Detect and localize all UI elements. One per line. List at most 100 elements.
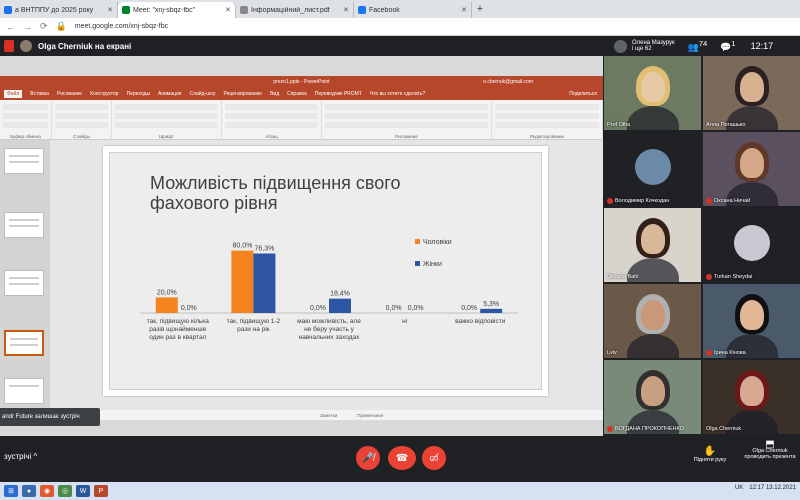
ppt-menu-item[interactable]: Конструктор — [90, 91, 119, 97]
browser-tab[interactable]: Facebook ✕ — [354, 2, 472, 18]
data-label: 0,0% — [310, 305, 326, 312]
ribbon-group-label: Шрифт — [159, 134, 174, 139]
mic-off-icon: 🎤̸ — [361, 452, 375, 464]
chrome-icon[interactable]: ◎ — [58, 485, 72, 497]
chat-icon[interactable]: 💬1 — [720, 39, 735, 53]
ribbon-group: Слайды — [52, 100, 112, 140]
participant-tile[interactable]: Oksana Bahl — [604, 208, 701, 282]
presenting-button[interactable]: ⬒ Olga Cherniuk проводить презента — [740, 440, 800, 461]
taskbar-app-icon[interactable]: ● — [22, 485, 36, 497]
ribbon-controls[interactable] — [495, 104, 599, 131]
participant-tile[interactable]: Ірина Кінова — [703, 284, 800, 358]
slide-thumb[interactable] — [4, 378, 44, 404]
word-icon[interactable]: W — [76, 485, 90, 497]
ribbon-group-label: Буфер обмена — [10, 134, 41, 139]
browser-tab[interactable]: Meet: "xnj-sbqz-fbc" ✕ — [118, 2, 236, 18]
close-tab-icon[interactable]: ✕ — [461, 6, 467, 14]
participant-tile[interactable]: БОГДАНА ПРОКОПЧЕНКО — [604, 360, 701, 434]
powerpoint-workspace: Можливість підвищення свого фахового рів… — [0, 140, 603, 410]
participant-name: Olga Cherniuk — [706, 426, 742, 432]
ppt-menu-item[interactable]: Вид — [270, 91, 279, 97]
participant-tile[interactable]: Olga Cherniuk — [703, 360, 800, 434]
share-button[interactable]: Поделиться — [569, 91, 597, 97]
ppt-menu-item[interactable]: Файл — [4, 90, 23, 98]
participant-face — [640, 376, 665, 406]
reload-icon[interactable]: ⟳ — [40, 21, 48, 32]
browser-tabbar: а ВНТППУ до 2025 року ✕ Meet: "xnj-sbqz-fb… — [0, 0, 800, 18]
close-tab-icon[interactable]: ✕ — [225, 6, 231, 14]
ribbon-controls[interactable] — [115, 104, 218, 131]
slide-thumb[interactable] — [4, 212, 44, 238]
chat-count: 1 — [731, 39, 736, 48]
ppt-menu-item[interactable]: Вставка — [30, 91, 49, 97]
slide-thumb-selected[interactable] — [4, 330, 44, 356]
people-icon[interactable]: 👥74 — [688, 39, 708, 53]
participant-grid: Prof Olha Алла Погашько Володимир Кочкодан… — [604, 56, 800, 436]
slide-thumb[interactable] — [4, 148, 44, 174]
ribbon-group: Редактирование — [492, 100, 603, 140]
data-label: 0,0% — [386, 305, 402, 312]
participant-tile[interactable]: Turkan Sheydai — [703, 208, 800, 282]
close-tab-icon[interactable]: ✕ — [107, 6, 113, 14]
powerpoint-menu: Файл Вставка Рисование Конструктор Переходы А… — [0, 88, 603, 100]
leave-toast: andr Future залишає зустріч — [0, 408, 100, 426]
ribbon-controls[interactable] — [3, 104, 48, 131]
ppt-menu-item[interactable]: Переходы — [127, 91, 150, 97]
bar-women — [253, 253, 276, 313]
camera-off-button[interactable]: ▭̸ — [422, 446, 446, 470]
ppt-menu-item[interactable]: Рецензирование — [223, 91, 262, 97]
url-field[interactable]: meet.google.com/xnj-sbqz-fbc — [75, 23, 168, 30]
participant-face — [739, 72, 764, 102]
meeting-details[interactable]: зустрічі ^ — [4, 452, 37, 461]
ppt-menu-item[interactable]: Рисование — [57, 91, 82, 97]
powerpoint-ribbon: Буфер обмена Слайды Шрифт Абзац Рисование Ред… — [0, 100, 603, 140]
participant-tile[interactable]: Prof Olha — [604, 56, 701, 130]
data-label: 0,0% — [461, 305, 477, 312]
browser-tab[interactable]: а ВНТППУ до 2025 року ✕ — [0, 2, 118, 18]
back-icon[interactable]: ← — [6, 22, 15, 32]
ribbon-controls[interactable] — [325, 104, 488, 131]
ppt-menu-item[interactable]: Слайд-шоу — [190, 91, 216, 97]
ppt-menu-item[interactable]: Переводчик PROMT — [315, 91, 362, 97]
address-bar: ← → ⟳ 🔒 meet.google.com/xnj-sbqz-fbc — [0, 18, 800, 36]
ppt-menu-item[interactable]: Справка — [287, 91, 307, 97]
participant-face — [739, 376, 764, 406]
ribbon-group: Абзац — [222, 100, 322, 140]
doc-title: prezo1.pptx - PowerPoint — [273, 79, 330, 85]
data-label: 5,3% — [483, 301, 499, 308]
taskbar-app-icon[interactable]: ◉ — [40, 485, 54, 497]
new-tab-button[interactable]: + — [472, 2, 488, 18]
mic-off-button[interactable]: 🎤̸ — [356, 446, 380, 470]
presentation-icon — [4, 40, 14, 52]
user-sub: і ще 62 — [632, 46, 652, 52]
participant-tile[interactable]: Алла Погашько — [703, 56, 800, 130]
user-avatar — [614, 39, 627, 53]
participant-name: Prof Olha — [607, 122, 631, 128]
slide-background: Можливість підвищення свого фахового рів… — [109, 152, 542, 390]
ribbon-group-label: Рисование — [395, 134, 418, 139]
start-icon[interactable]: ⊞ — [4, 485, 18, 497]
browser-tab[interactable]: Інформаційний_лист.pdf ✕ — [236, 2, 354, 18]
status-comments[interactable]: Примечания — [357, 413, 383, 418]
participant-face — [739, 300, 764, 330]
close-tab-icon[interactable]: ✕ — [343, 6, 349, 14]
bar-women — [329, 298, 351, 313]
raise-hand-button[interactable]: ✋ Підняти руку — [686, 446, 734, 463]
ribbon-controls[interactable] — [55, 104, 108, 131]
ribbon-controls[interactable] — [225, 104, 318, 131]
user-label: Олена Мазурук і ще 62 — [632, 40, 675, 52]
ppt-menu-item[interactable]: Анимация — [158, 91, 181, 97]
ribbon-group-label: Редактирование — [529, 134, 565, 139]
ppt-menu-item[interactable]: Что вы хотите сделать? — [370, 91, 425, 97]
leave-call-button[interactable]: ☎ — [388, 446, 416, 470]
participant-name: Lviv — [607, 350, 617, 356]
slide-thumb[interactable] — [4, 270, 44, 296]
participant-tile[interactable]: Lviv — [604, 284, 701, 358]
participant-tile[interactable]: Володимир Кочкодан — [604, 132, 701, 206]
lang-indicator[interactable]: UK — [735, 485, 743, 491]
participant-tile[interactable]: Оксана Ничай — [703, 132, 800, 206]
status-notes[interactable]: Заметки — [320, 413, 337, 418]
powerpoint-icon[interactable]: P — [94, 485, 108, 497]
participant-name: Oksana Bahl — [607, 274, 639, 280]
forward-icon[interactable]: → — [23, 22, 32, 32]
